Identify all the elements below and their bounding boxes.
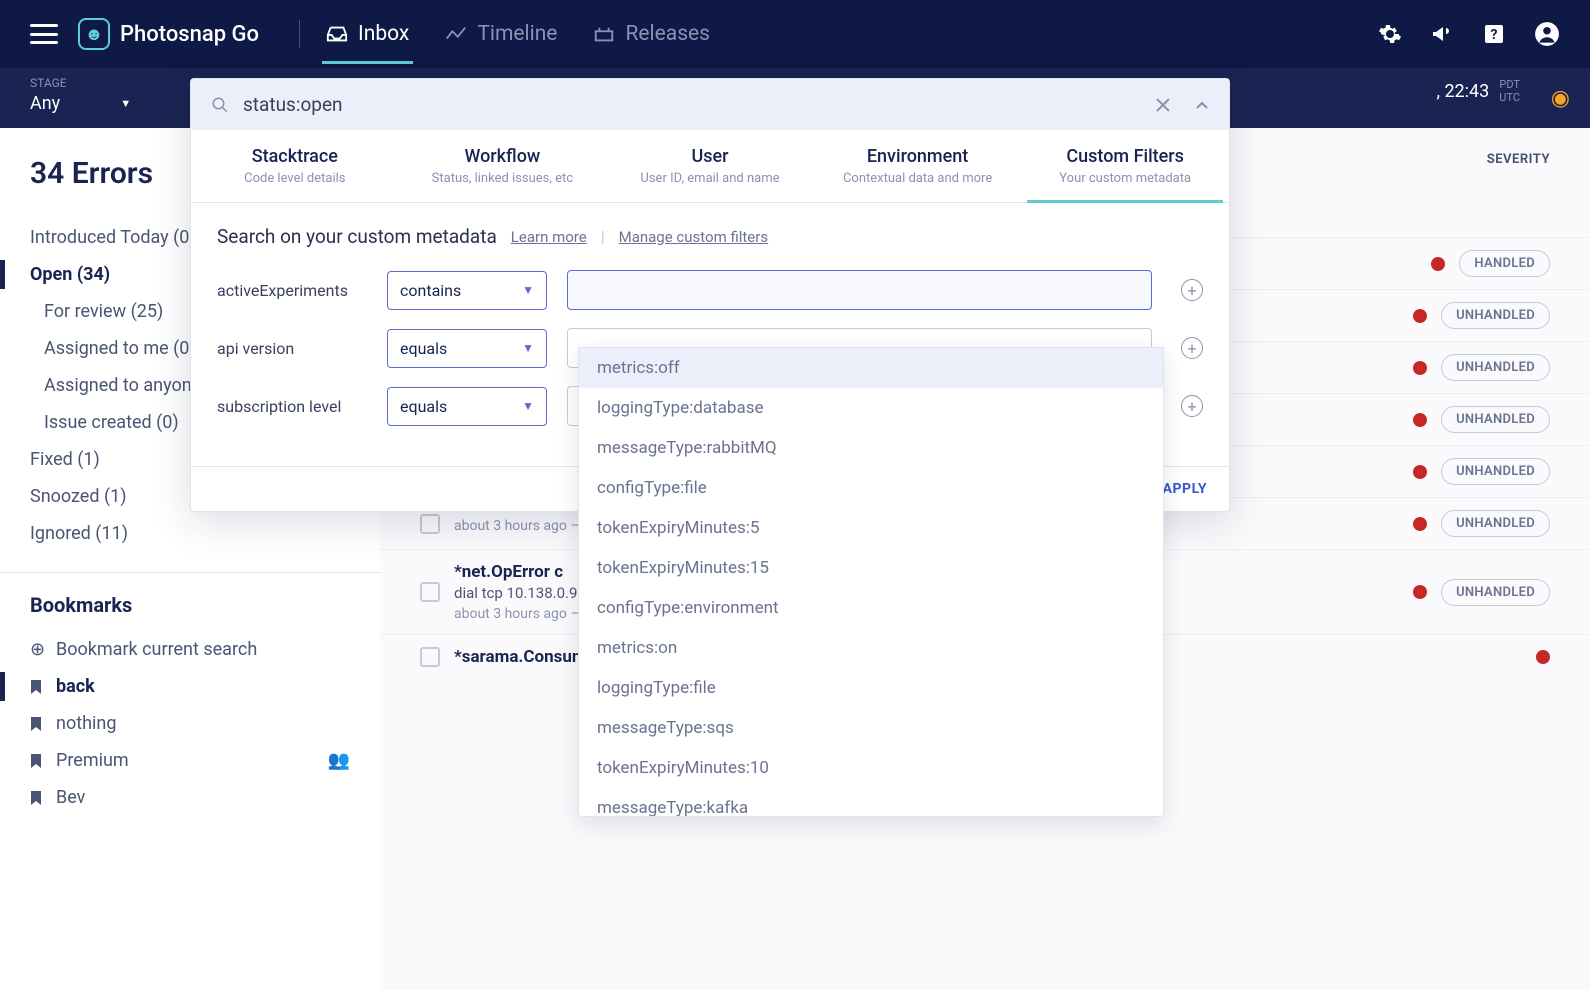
bookmark-icon: [30, 790, 46, 806]
bookmark-item[interactable]: Bev: [30, 779, 380, 816]
dropdown-option[interactable]: messageType:sqs: [579, 708, 1163, 748]
bookmark-icon: [30, 753, 46, 769]
filter-field-label: subscription level: [217, 397, 367, 416]
operator-select[interactable]: contains▼: [387, 271, 547, 310]
nav-inbox[interactable]: Inbox: [322, 4, 413, 64]
help-icon[interactable]: ?: [1482, 22, 1506, 46]
plus-circle-icon: ⊕: [30, 639, 46, 660]
apply-button[interactable]: APPLY: [1163, 481, 1207, 497]
dropdown-option[interactable]: tokenExpiryMinutes:15: [579, 548, 1163, 588]
divider: [0, 572, 380, 573]
timezone: PDTUTC: [1499, 78, 1520, 104]
dropdown-option[interactable]: messageType:kafka: [579, 788, 1163, 817]
stage-selector[interactable]: Any▼: [30, 93, 131, 114]
svg-text:?: ?: [1491, 27, 1498, 43]
bookmark-icon: [30, 679, 46, 695]
status-badge: UNHANDLED: [1441, 510, 1550, 537]
autocomplete-dropdown: metrics:offloggingType:databasemessageTy…: [578, 347, 1164, 817]
inbox-icon: [326, 25, 348, 43]
severity-dot: [1413, 517, 1427, 531]
bookmarks-heading: Bookmarks: [30, 593, 380, 617]
operator-select[interactable]: equals▼: [387, 387, 547, 426]
status-badge: UNHANDLED: [1441, 579, 1550, 606]
dropdown-option[interactable]: messageType:rabbitMQ: [579, 428, 1163, 468]
filter-field-label: api version: [217, 339, 367, 358]
learn-more-link[interactable]: Learn more: [511, 228, 587, 246]
bookmark-item[interactable]: back: [30, 668, 380, 705]
manage-filters-link[interactable]: Manage custom filters: [619, 228, 769, 246]
logo-icon: ☻: [78, 18, 110, 50]
bookmark-item[interactable]: Premium👥: [30, 742, 380, 779]
collapse-icon[interactable]: [1195, 100, 1209, 110]
menu-icon[interactable]: [30, 24, 58, 44]
dropdown-option[interactable]: tokenExpiryMinutes:10: [579, 748, 1163, 788]
sidebar-item[interactable]: Ignored (11): [30, 515, 380, 552]
operator-select[interactable]: equals▼: [387, 329, 547, 368]
filter-tab[interactable]: UserUser ID, email and name: [606, 130, 814, 202]
severity-dot: [1413, 309, 1427, 323]
search-icon: [211, 96, 229, 114]
panel-body-title: Search on your custom metadata: [217, 225, 497, 248]
status-badge: UNHANDLED: [1441, 406, 1550, 433]
severity-dot: [1413, 413, 1427, 427]
app-name: Photosnap Go: [120, 22, 259, 47]
dropdown-option[interactable]: tokenExpiryMinutes:5: [579, 508, 1163, 548]
row-checkbox[interactable]: [420, 647, 440, 667]
filter-tab[interactable]: EnvironmentContextual data and more: [814, 130, 1022, 202]
dropdown-option[interactable]: loggingType:file: [579, 668, 1163, 708]
bookmark-flag-icon[interactable]: ◉: [1551, 86, 1570, 111]
status-badge: UNHANDLED: [1441, 458, 1550, 485]
severity-dot: [1431, 257, 1445, 271]
filter-value-input[interactable]: [567, 270, 1152, 310]
add-filter-icon[interactable]: +: [1181, 279, 1203, 301]
gear-icon[interactable]: [1378, 22, 1402, 46]
time-display: , 22:43: [1436, 81, 1489, 102]
stage-label: STAGE: [30, 76, 67, 90]
nav-releases[interactable]: Releases: [589, 4, 714, 64]
status-badge: UNHANDLED: [1441, 302, 1550, 329]
severity-dot: [1536, 650, 1550, 664]
row-checkbox[interactable]: [420, 582, 440, 602]
severity-header: SEVERITY: [1487, 152, 1550, 167]
row-checkbox[interactable]: [420, 514, 440, 534]
user-icon[interactable]: [1534, 21, 1560, 47]
filter-tab[interactable]: WorkflowStatus, linked issues, etc: [399, 130, 607, 202]
megaphone-icon[interactable]: [1430, 22, 1454, 46]
bookmark-item[interactable]: ⊕Bookmark current search: [30, 631, 380, 668]
dropdown-option[interactable]: configType:environment: [579, 588, 1163, 628]
bookmark-item[interactable]: nothing: [30, 705, 380, 742]
dropdown-option[interactable]: metrics:on: [579, 628, 1163, 668]
nav-timeline[interactable]: Timeline: [441, 4, 561, 64]
status-badge: HANDLED: [1459, 250, 1550, 277]
divider: [299, 20, 300, 48]
add-filter-icon[interactable]: +: [1181, 337, 1203, 359]
dropdown-option[interactable]: metrics:off: [579, 348, 1163, 388]
clear-icon[interactable]: [1155, 97, 1171, 113]
status-badge: UNHANDLED: [1441, 354, 1550, 381]
people-icon: 👥: [328, 750, 350, 771]
filter-field-label: activeExperiments: [217, 281, 367, 300]
filter-tab[interactable]: Custom FiltersYour custom metadata: [1021, 130, 1229, 202]
severity-dot: [1413, 465, 1427, 479]
app-logo[interactable]: ☻ Photosnap Go: [78, 18, 259, 50]
add-filter-icon[interactable]: +: [1181, 395, 1203, 417]
search-input[interactable]: [243, 93, 1141, 116]
dropdown-option[interactable]: configType:file: [579, 468, 1163, 508]
severity-dot: [1413, 361, 1427, 375]
timeline-icon: [445, 25, 467, 43]
filter-tab[interactable]: StacktraceCode level details: [191, 130, 399, 202]
releases-icon: [593, 25, 615, 43]
severity-dot: [1413, 585, 1427, 599]
dropdown-option[interactable]: loggingType:database: [579, 388, 1163, 428]
bookmark-icon: [30, 716, 46, 732]
